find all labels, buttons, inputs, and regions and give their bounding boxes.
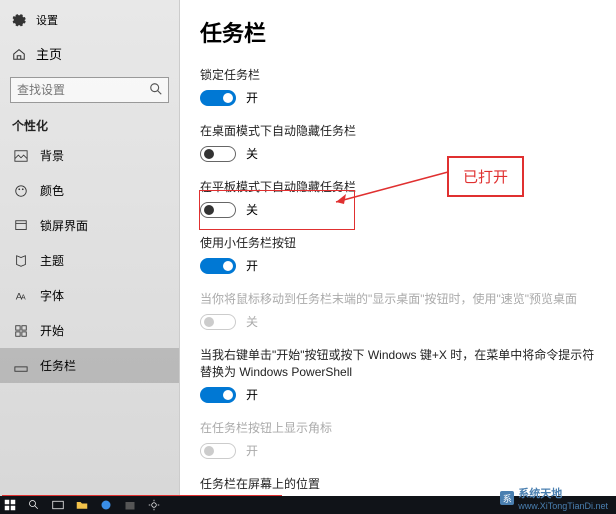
- page-title: 任务栏: [200, 16, 596, 48]
- sidebar-item-background[interactable]: 背景: [0, 138, 179, 173]
- home-icon: [12, 47, 26, 61]
- settings-icon[interactable]: [148, 499, 160, 511]
- sidebar-item-label: 颜色: [40, 182, 64, 199]
- store-icon[interactable]: [124, 499, 136, 511]
- toggle-powershell[interactable]: [200, 387, 236, 403]
- setting-badges: 在任务栏按钮上显示角标 开: [200, 419, 596, 459]
- window-title: 设置: [36, 12, 58, 28]
- theme-icon: [14, 254, 28, 268]
- setting-autohide-desktop: 在桌面模式下自动隐藏任务栏 关: [200, 122, 596, 162]
- search-box: [10, 77, 169, 103]
- watermark-text: 系统天地: [518, 485, 608, 501]
- sidebar-item-start[interactable]: 开始: [0, 313, 179, 348]
- explorer-icon[interactable]: [76, 499, 88, 511]
- toggle-state-text: 开: [246, 257, 258, 274]
- window-title-row: 设置: [0, 8, 179, 32]
- settings-window: 设置 主页 个性化 背景 颜色 锁屏界面 主题 AA 字体: [0, 0, 616, 496]
- settings-icon: [12, 13, 26, 27]
- sidebar-item-label: 主题: [40, 252, 64, 269]
- taskbar-icon: [14, 359, 28, 373]
- category-title: 个性化: [0, 109, 179, 138]
- search-icon[interactable]: [28, 499, 40, 511]
- callout-text: 已打开: [463, 169, 508, 186]
- picture-icon: [14, 149, 28, 163]
- main-content: 任务栏 锁定任务栏 开 在桌面模式下自动隐藏任务栏 关 在平板模式下自动隐藏任务…: [180, 0, 616, 496]
- setting-label: 当我右键单击"开始"按钮或按下 Windows 键+X 时，在菜单中将命令提示符…: [200, 346, 596, 380]
- sidebar-item-label: 开始: [40, 322, 64, 339]
- toggle-badges: [200, 443, 236, 459]
- home-label: 主页: [36, 44, 62, 63]
- svg-text:A: A: [16, 291, 23, 302]
- toggle-autohide-desktop[interactable]: [200, 146, 236, 162]
- toggle-state-text: 开: [246, 89, 258, 106]
- toggle-autohide-tablet[interactable]: [200, 202, 236, 218]
- toggle-small-buttons[interactable]: [200, 258, 236, 274]
- setting-label: 使用小任务栏按钮: [200, 234, 596, 251]
- watermark-logo-icon: 系: [500, 491, 514, 505]
- sidebar: 设置 主页 个性化 背景 颜色 锁屏界面 主题 AA 字体: [0, 0, 180, 496]
- setting-peek: 当你将鼠标移动到任务栏末端的"显示桌面"按钮时，使用"速览"预览桌面 关: [200, 290, 596, 330]
- setting-label: 在平板模式下自动隐藏任务栏: [200, 178, 596, 195]
- search-input[interactable]: [10, 77, 169, 103]
- setting-label: 在桌面模式下自动隐藏任务栏: [200, 122, 596, 139]
- sidebar-item-fonts[interactable]: AA 字体: [0, 278, 179, 313]
- setting-powershell: 当我右键单击"开始"按钮或按下 Windows 键+X 时，在菜单中将命令提示符…: [200, 346, 596, 403]
- setting-label: 当你将鼠标移动到任务栏末端的"显示桌面"按钮时，使用"速览"预览桌面: [200, 290, 596, 307]
- setting-label: 在任务栏按钮上显示角标: [200, 419, 596, 436]
- home-nav[interactable]: 主页: [0, 36, 179, 71]
- sidebar-item-colors[interactable]: 颜色: [0, 173, 179, 208]
- sidebar-item-taskbar[interactable]: 任务栏: [0, 348, 179, 383]
- toggle-state-text: 关: [246, 145, 258, 162]
- sidebar-item-label: 锁屏界面: [40, 217, 88, 234]
- palette-icon: [14, 184, 28, 198]
- start-icon: [14, 324, 28, 338]
- toggle-state-text: 开: [246, 442, 258, 459]
- svg-text:A: A: [21, 294, 26, 301]
- toggle-state-text: 关: [246, 201, 258, 218]
- setting-lock-taskbar: 锁定任务栏 开: [200, 66, 596, 106]
- sidebar-item-label: 背景: [40, 147, 64, 164]
- annotation-callout: 已打开: [447, 156, 524, 197]
- toggle-state-text: 开: [246, 386, 258, 403]
- lockscreen-icon: [14, 219, 28, 233]
- search-icon: [149, 82, 163, 96]
- setting-autohide-tablet: 在平板模式下自动隐藏任务栏 关: [200, 178, 596, 218]
- start-menu-icon[interactable]: [4, 499, 16, 511]
- toggle-lock-taskbar[interactable]: [200, 90, 236, 106]
- task-view-icon[interactable]: [52, 499, 64, 511]
- sidebar-item-themes[interactable]: 主题: [0, 243, 179, 278]
- watermark: 系 系统天地 www.XiTongTianDi.net: [500, 485, 608, 511]
- toggle-peek: [200, 314, 236, 330]
- watermark-url: www.XiTongTianDi.net: [518, 501, 608, 511]
- toggle-state-text: 关: [246, 313, 258, 330]
- setting-label: 锁定任务栏: [200, 66, 596, 83]
- sidebar-item-lockscreen[interactable]: 锁屏界面: [0, 208, 179, 243]
- sidebar-item-label: 任务栏: [40, 357, 76, 374]
- sidebar-item-label: 字体: [40, 287, 64, 304]
- setting-small-buttons: 使用小任务栏按钮 开: [200, 234, 596, 274]
- edge-icon[interactable]: [100, 499, 112, 511]
- font-icon: AA: [14, 289, 28, 303]
